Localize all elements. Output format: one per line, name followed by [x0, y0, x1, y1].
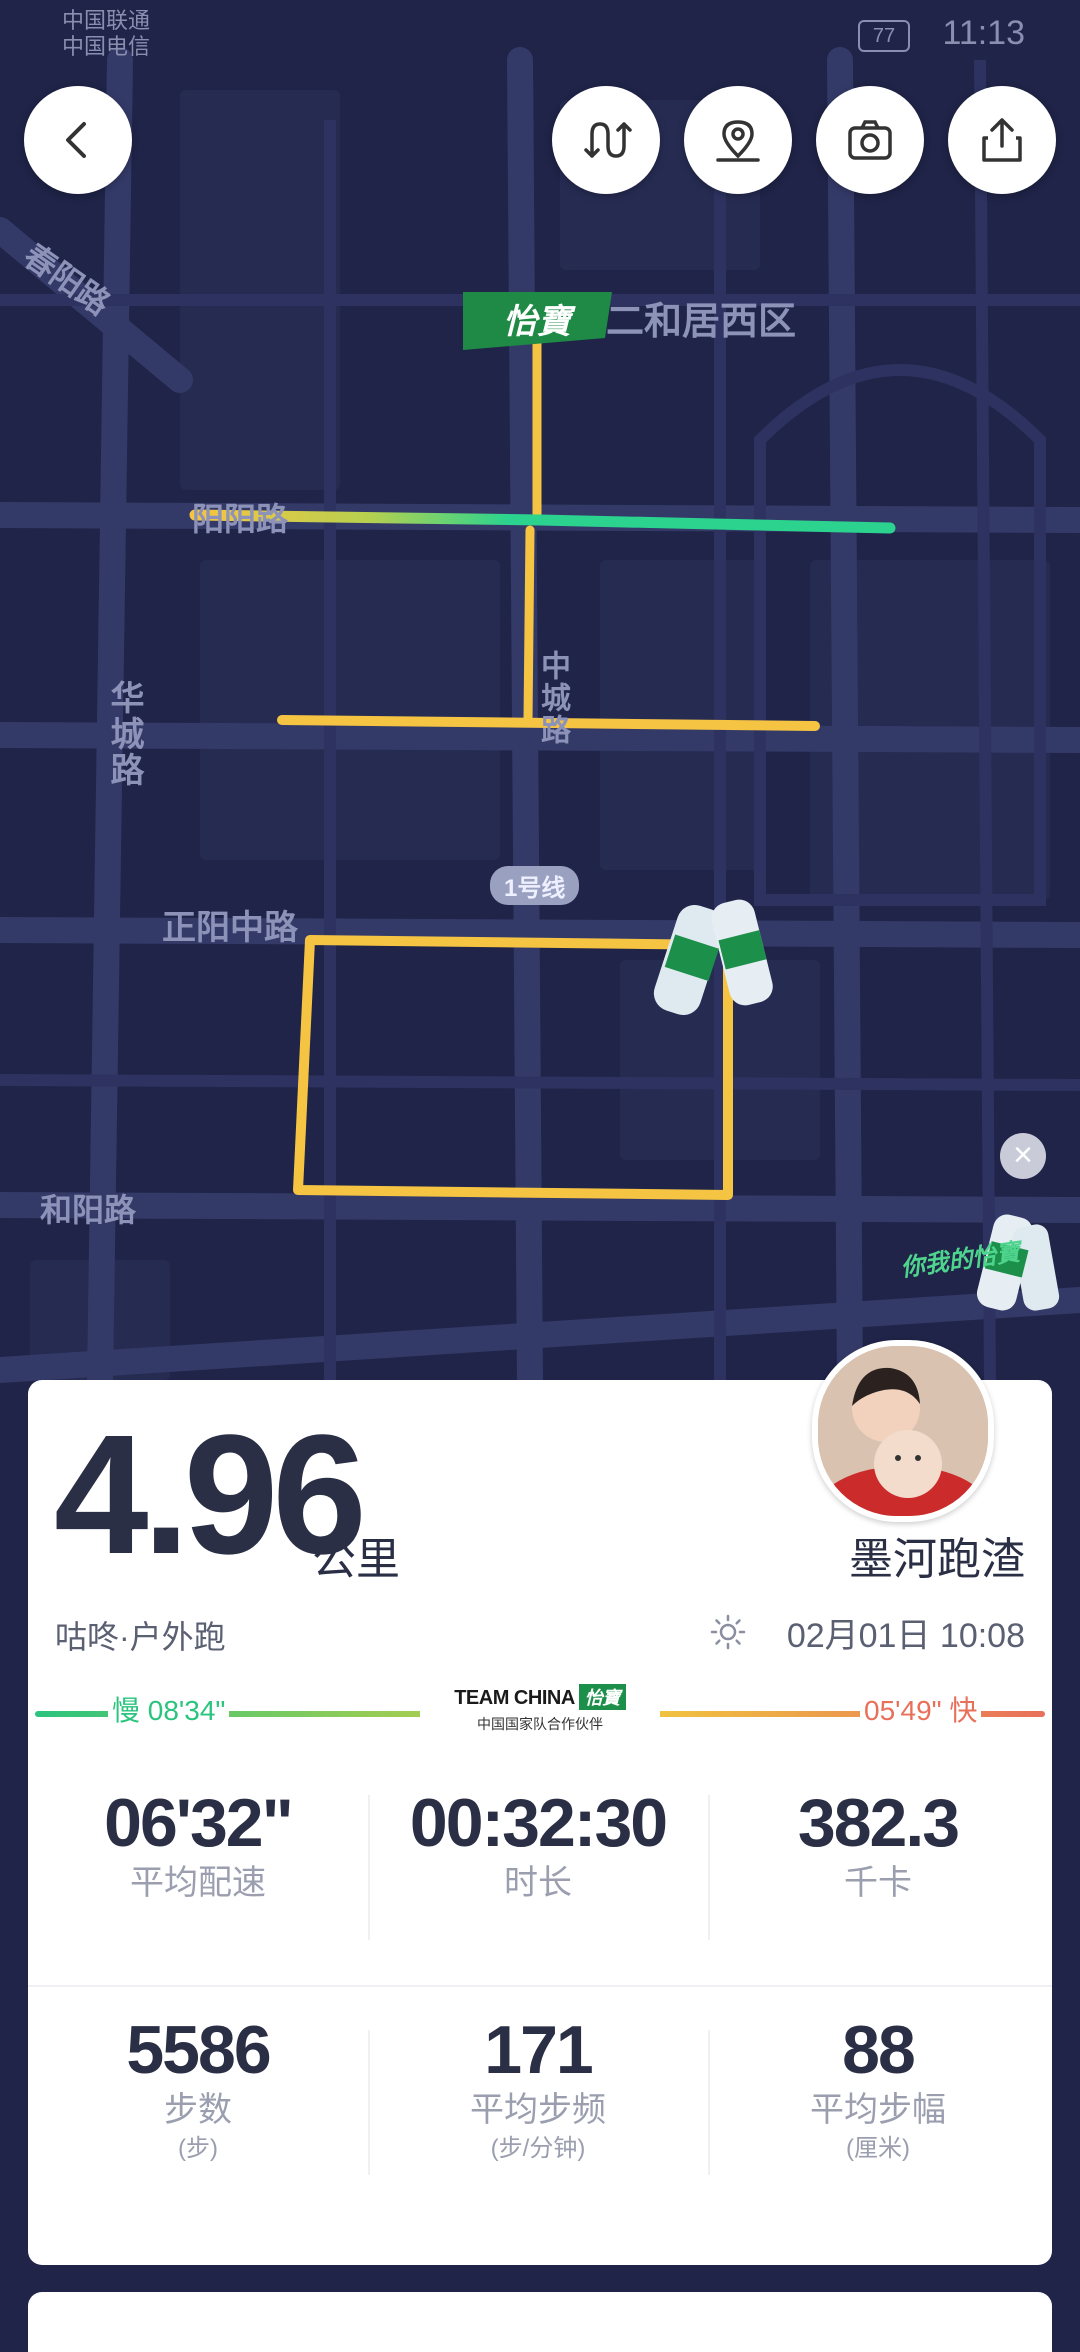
next-card: [28, 2292, 1052, 2352]
divider: [28, 1985, 1052, 1987]
clock: 11:13: [942, 14, 1025, 52]
pace-fast-label: 05'49" 快: [860, 1689, 982, 1729]
battery-indicator: 77: [858, 20, 910, 52]
stat-label: 平均步幅: [810, 2091, 946, 2129]
stat-value: 00:32:30: [409, 1785, 668, 1861]
activity-type: 咕咚·户外跑: [55, 1619, 226, 1655]
stat-cadence: 171 平均步频 (步/分钟): [373, 2012, 703, 2166]
divider: [708, 2030, 710, 2175]
stat-duration: 00:32:30 时长: [373, 1785, 703, 1905]
street-label: 二和居西区: [606, 301, 797, 343]
sponsor-brand: 怡寶: [578, 1684, 626, 1710]
divider: [368, 1795, 370, 1940]
stat-value: 5586: [126, 2012, 271, 2088]
sponsor-badge: TEAM CHINA 怡寶 中国国家队合作伙伴: [420, 1680, 660, 1740]
stat-unit: (步/分钟): [490, 2135, 586, 2162]
stat-label: 平均配速: [130, 1864, 266, 1902]
stat-stride: 88 平均步幅 (厘米): [713, 2012, 1043, 2166]
avatar[interactable]: [812, 1340, 994, 1522]
route-icon: [584, 122, 632, 158]
pace-slow-label: 慢 08'34": [108, 1689, 230, 1729]
stat-unit: (厘米): [846, 2135, 910, 2162]
stat-unit: (步): [178, 2135, 218, 2162]
share-button[interactable]: [948, 86, 1056, 194]
camera-icon: [848, 120, 892, 160]
stat-label: 平均步频: [470, 2091, 606, 2129]
chevron-left-icon: [66, 122, 86, 158]
username: 墨河跑渣: [849, 1535, 1025, 1584]
distance-unit: 公里: [312, 1535, 400, 1584]
divider: [708, 1795, 710, 1940]
street-label: 华城路: [105, 680, 143, 788]
stat-value: 88: [842, 2012, 916, 2088]
stat-value: 06'32": [104, 1785, 294, 1861]
metro-line-tag: 1号线: [490, 866, 580, 905]
location-pin-icon: [716, 120, 760, 162]
street-label: 中城路: [536, 650, 569, 746]
stat-calories: 382.3 千卡: [713, 1785, 1043, 1905]
street-label: 和阳路: [40, 1192, 137, 1228]
back-button[interactable]: [24, 86, 132, 194]
sponsor-subtitle: 中国国家队合作伙伴: [477, 1716, 603, 1732]
location-button[interactable]: [684, 86, 792, 194]
carrier-2: 中国电信: [62, 34, 151, 59]
sun-icon: [710, 1614, 746, 1650]
stat-label: 步数: [164, 2091, 232, 2129]
svg-text:怡寶: 怡寶: [503, 302, 576, 342]
street-label: 阳阳路: [192, 501, 289, 537]
camera-button[interactable]: [816, 86, 924, 194]
status-bar: 中国联通 中国电信 77 11:13: [0, 0, 1080, 70]
route-button[interactable]: [552, 86, 660, 194]
street-label: 正阳中路: [162, 909, 298, 947]
stat-value: 382.3: [797, 1785, 960, 1861]
stat-label: 时长: [504, 1864, 572, 1902]
stat-label: 千卡: [844, 1864, 912, 1902]
run-datetime: 02月01日 10:08: [786, 1617, 1025, 1655]
stat-steps: 5586 步数 (步): [33, 2012, 363, 2166]
stat-value: 171: [484, 2012, 593, 2088]
share-icon: [982, 118, 1022, 162]
carrier-1: 中国联通: [62, 8, 151, 33]
sponsor-team: TEAM CHINA: [454, 1687, 575, 1709]
divider: [368, 2030, 370, 2175]
stat-avg-pace: 06'32" 平均配速: [33, 1785, 363, 1905]
close-ad-button[interactable]: ×: [1000, 1133, 1046, 1179]
